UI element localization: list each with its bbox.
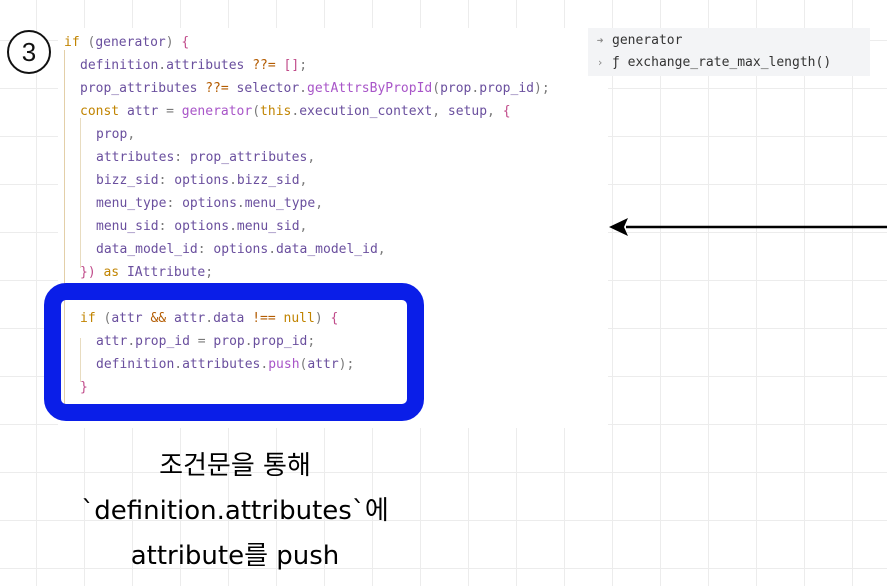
code-token: , [307,150,316,165]
code-token: ; [299,58,308,73]
code-token: { [502,104,511,119]
code-token: attributes [166,58,245,73]
code-token: prop [440,81,472,96]
code-token: prop_id [479,81,534,96]
code-line: menu_sid: options.menu_sid, [96,216,307,238]
code-token: prop_attributes [80,81,198,96]
code-token: : [158,173,175,188]
code-token: attributes [96,150,175,165]
autocomplete-item[interactable]: ➜ generator [588,30,683,52]
code-token: : [158,219,175,234]
code-token: ( [432,81,441,96]
code-line: prop_attributes ??= selector.getAttrsByP… [80,78,550,100]
code-token: prop [96,127,128,142]
indent-guide [80,118,81,268]
code-token: ( [79,35,96,50]
code-token: ??= [252,58,276,73]
autocomplete-item[interactable]: › ƒ exchange_rate_max_length() [588,52,831,74]
code-token: { [181,35,190,50]
highlight-box [44,283,424,421]
code-token: . [291,104,300,119]
code-token: menu_type [244,196,316,211]
code-token: , [315,196,324,211]
step-number-badge: 3 [7,30,51,74]
autocomplete-panel: ➜ generator › ƒ exchange_rate_max_length() [588,28,870,76]
code-token: this [260,104,292,119]
code-token: ) [165,35,182,50]
code-token: ); [534,81,550,96]
code-token: generator [181,104,253,119]
step-number: 3 [21,36,37,67]
code-token: bizz_sid [96,173,159,188]
code-token: : [174,150,190,165]
autocomplete-label: generator [612,33,683,48]
code-line: menu_type: options.menu_type, [96,193,323,215]
code-token: execution_context [299,104,433,119]
code-token: }) [80,265,96,280]
code-token: [] [283,58,300,73]
code-token: attr [126,104,159,119]
code-token: . [236,196,245,211]
code-token: getAttrsByPropId [307,81,433,96]
code-token: selector [236,81,300,96]
property-icon: ➜ [596,34,604,47]
code-token: . [268,242,277,257]
code-token: const [80,104,120,119]
caption: 조건문을 통해 `definition.attributes`에 attribu… [60,444,410,579]
code-line: if (generator) { [64,32,189,54]
code-line: const attr = generator(this.execution_co… [80,101,511,123]
caption-line: 조건문을 통해 [159,451,311,481]
caption-line: attribute를 push [130,541,340,571]
code-token: if [64,35,80,50]
code-line: bizz_sid: options.bizz_sid, [96,170,307,192]
code-token: ( [252,104,261,119]
code-line: definition.attributes ??= []; [80,55,307,77]
code-token: generator [95,35,166,50]
code-token: setup [447,104,488,119]
code-token: : [197,242,214,257]
autocomplete-label: ƒ exchange_rate_max_length() [612,55,832,70]
arrow-head [609,218,628,236]
code-token: , [377,242,386,257]
code-token: definition [80,58,159,73]
code-token: , [432,104,448,119]
code-token: menu_sid [236,219,300,234]
code-token: data_model_id [276,242,378,257]
code-token: = [158,104,182,119]
code-token: prop_attributes [189,150,308,165]
code-token: ??= [205,81,229,96]
code-token: as [103,265,120,280]
code-line: data_model_id: options.data_model_id, [96,239,386,261]
code-token: menu_type [96,196,167,211]
code-token: : [166,196,183,211]
function-icon: › [596,56,604,69]
pointer-arrow [609,218,887,236]
code-line: prop, [96,124,135,146]
code-line: attributes: prop_attributes, [96,147,315,169]
code-token: , [299,173,308,188]
code-token: . [229,173,237,188]
code-token: bizz_sid [236,173,300,188]
code-token: ; [205,265,214,280]
code-token: , [299,219,308,234]
code-token: , [487,104,503,119]
code-token: options [174,219,230,234]
code-token: , [127,127,136,142]
code-token: . [299,81,307,96]
code-token: . [158,58,167,73]
code-token: menu_sid [96,219,159,234]
code-token: options [174,173,230,188]
code-token: options [182,196,237,211]
code-line: }) as IAttribute; [80,262,213,284]
caption-line: `definition.attributes`에 [81,496,389,526]
code-token: . [229,219,237,234]
code-token: options [213,242,269,257]
code-token: IAttribute [126,265,206,280]
code-token: data_model_id [96,242,198,257]
